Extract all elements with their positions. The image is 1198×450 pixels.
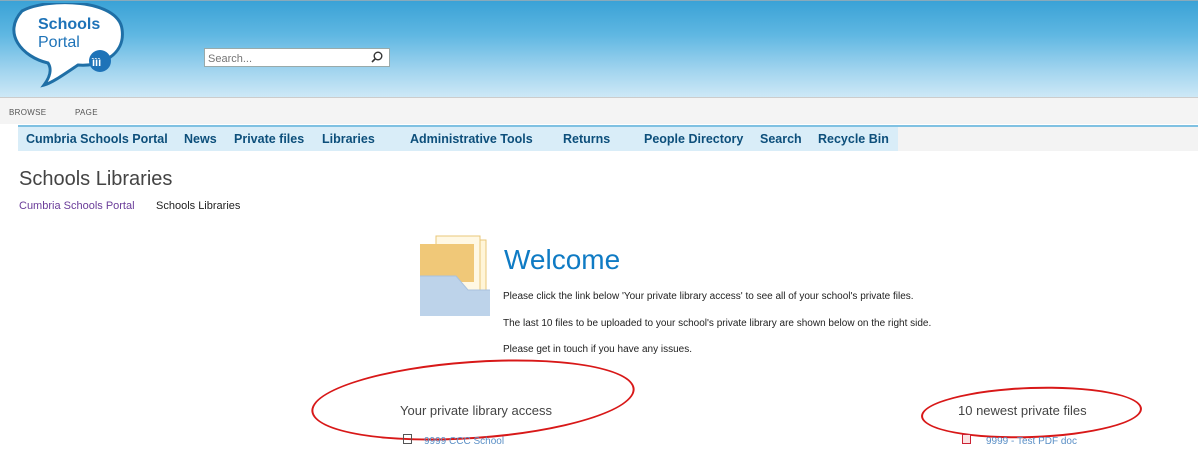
annotation-ellipse-library-access <box>308 349 638 450</box>
nav-item-private-files[interactable]: Private files <box>234 132 304 146</box>
library-item-link[interactable]: 9999 CCC School <box>424 436 504 447</box>
ribbon-tab-browse[interactable]: BROWSE <box>9 108 46 117</box>
page-title: Schools Libraries <box>19 168 173 190</box>
search-field[interactable] <box>204 48 390 68</box>
breadcrumb-current: Schools Libraries <box>156 200 241 212</box>
svg-text:Portal: Portal <box>38 34 80 51</box>
nav-item-search[interactable]: Search <box>760 132 802 146</box>
nav-item-news[interactable]: News <box>184 132 217 146</box>
schools-portal-logo[interactable]: Schools Portal ììì <box>8 3 128 91</box>
nav-item-recycle-bin[interactable]: Recycle Bin <box>818 132 889 146</box>
pdf-file-icon <box>962 434 971 444</box>
ribbon-tab-page[interactable]: PAGE <box>75 108 98 117</box>
svg-text:ììì: ììì <box>91 57 101 69</box>
annotation-ellipse-newest-files <box>920 383 1143 442</box>
folder-illustration <box>420 235 490 316</box>
newest-file-link[interactable]: 9999 - Test PDF doc <box>986 436 1077 447</box>
site-banner: Schools Portal ììì <box>0 0 1198 98</box>
nav-item-administrative-tools[interactable]: Administrative Tools <box>410 132 533 146</box>
svg-text:Schools: Schools <box>38 16 100 33</box>
welcome-heading: Welcome <box>504 244 621 275</box>
welcome-line-3: Please get in touch if you have any issu… <box>503 344 693 355</box>
folder-icon <box>403 434 412 444</box>
top-navigation: Cumbria Schools Portal News Private file… <box>18 125 1198 151</box>
search-icon[interactable] <box>370 50 384 64</box>
nav-item-returns[interactable]: Returns <box>563 132 610 146</box>
welcome-line-2: The last 10 files to be uploaded to your… <box>503 318 932 329</box>
welcome-line-1: Please click the link below 'Your privat… <box>503 291 914 302</box>
search-input[interactable] <box>205 50 361 68</box>
nav-item-people-directory[interactable]: People Directory <box>644 132 743 146</box>
ribbon-bar: BROWSE PAGE <box>0 97 1198 124</box>
nav-item-libraries[interactable]: Libraries <box>322 132 375 146</box>
nav-item-cumbria-schools-portal[interactable]: Cumbria Schools Portal <box>26 132 168 146</box>
breadcrumb-root-link[interactable]: Cumbria Schools Portal <box>19 200 135 212</box>
